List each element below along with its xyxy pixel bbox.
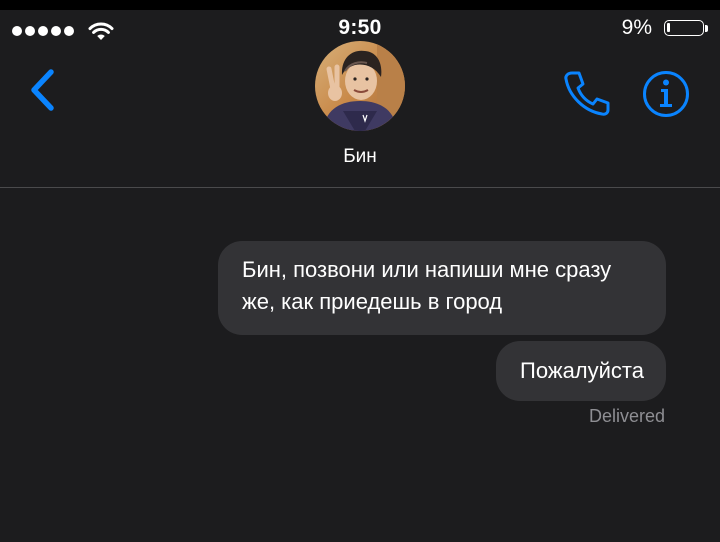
phone-icon[interactable]	[562, 68, 610, 118]
contact-name[interactable]: Бин	[0, 146, 720, 168]
battery-cap	[705, 25, 708, 32]
battery-icon	[664, 20, 704, 36]
message-bubble[interactable]: Бин, позвони или напиши мне сразу же, ка…	[218, 241, 666, 335]
top-edge	[0, 0, 720, 10]
battery-percent: 9%	[621, 16, 652, 39]
chevron-left-icon[interactable]	[24, 66, 60, 114]
battery-fill	[667, 23, 670, 32]
message-bubble[interactable]: Пожалуйста	[496, 341, 666, 401]
info-icon[interactable]	[641, 69, 691, 119]
avatar-photo	[315, 41, 405, 131]
avatar[interactable]	[315, 41, 405, 131]
delivery-status: Delivered	[588, 406, 665, 426]
header-divider	[0, 187, 720, 188]
status-time: 9:50	[338, 16, 382, 39]
message-thread: Бин, позвони или напиши мне сразу же, ка…	[218, 241, 666, 427]
